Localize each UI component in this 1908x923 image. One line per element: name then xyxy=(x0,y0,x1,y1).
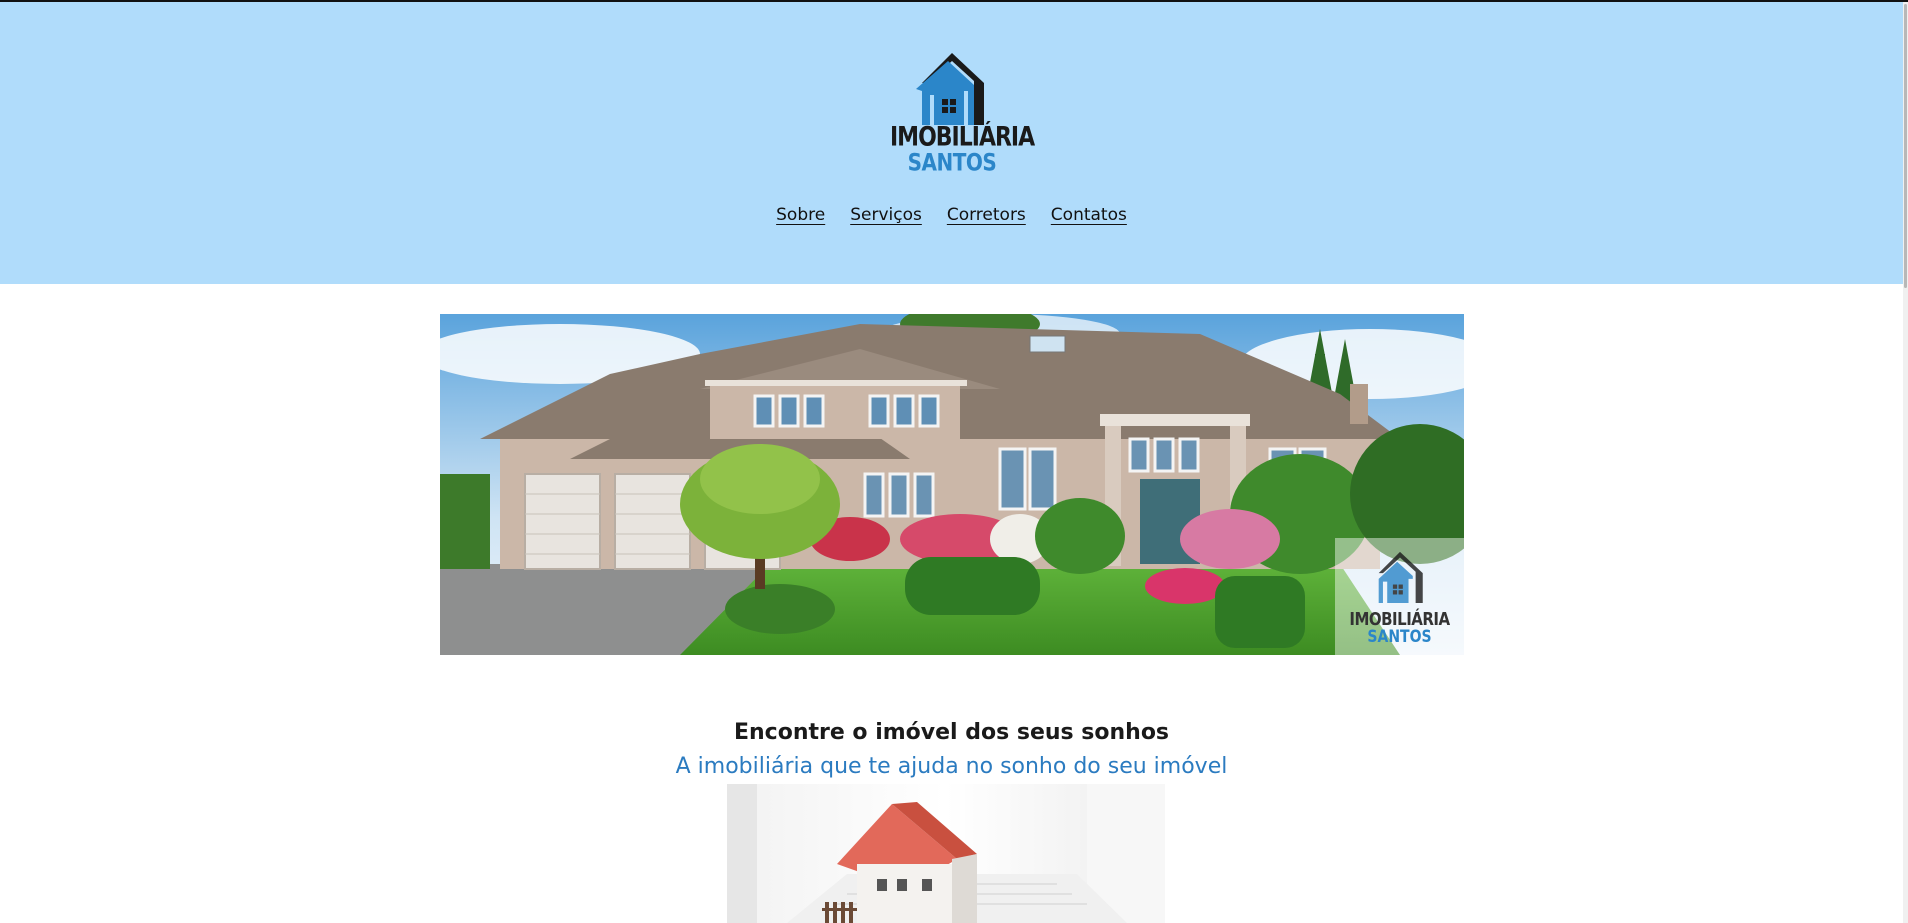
nav-link-corretors[interactable]: Corretors xyxy=(947,205,1026,225)
nav-link-servicos[interactable]: Serviços xyxy=(850,205,922,225)
watermark-line2: SANTOS xyxy=(1367,627,1432,647)
site-header: IMOBILIÁRIA SANTOS Sobre Serviços Corret… xyxy=(0,2,1903,284)
nav-link-contatos[interactable]: Contatos xyxy=(1051,205,1127,225)
house-watermark-icon xyxy=(1378,551,1423,603)
brand-name-line2: SANTOS xyxy=(907,147,997,177)
main-nav: Sobre Serviços Corretors Contatos xyxy=(0,205,1903,225)
brand-logo[interactable]: IMOBILIÁRIA SANTOS xyxy=(890,47,1035,177)
model-house-image xyxy=(727,784,1165,923)
intro-subline: A imobiliária que te ajuda no sonho do s… xyxy=(675,754,1228,779)
house-logo-icon xyxy=(916,53,984,125)
hero-watermark: IMOBILIÁRIA SANTOS xyxy=(1335,538,1464,655)
intro-headline: Encontre o imóvel dos seus sonhos xyxy=(733,720,1170,745)
hero-house-image: IMOBILIÁRIA SANTOS xyxy=(440,314,1464,655)
scrollbar-thumb[interactable] xyxy=(1904,4,1907,288)
nav-link-sobre[interactable]: Sobre xyxy=(776,205,825,225)
